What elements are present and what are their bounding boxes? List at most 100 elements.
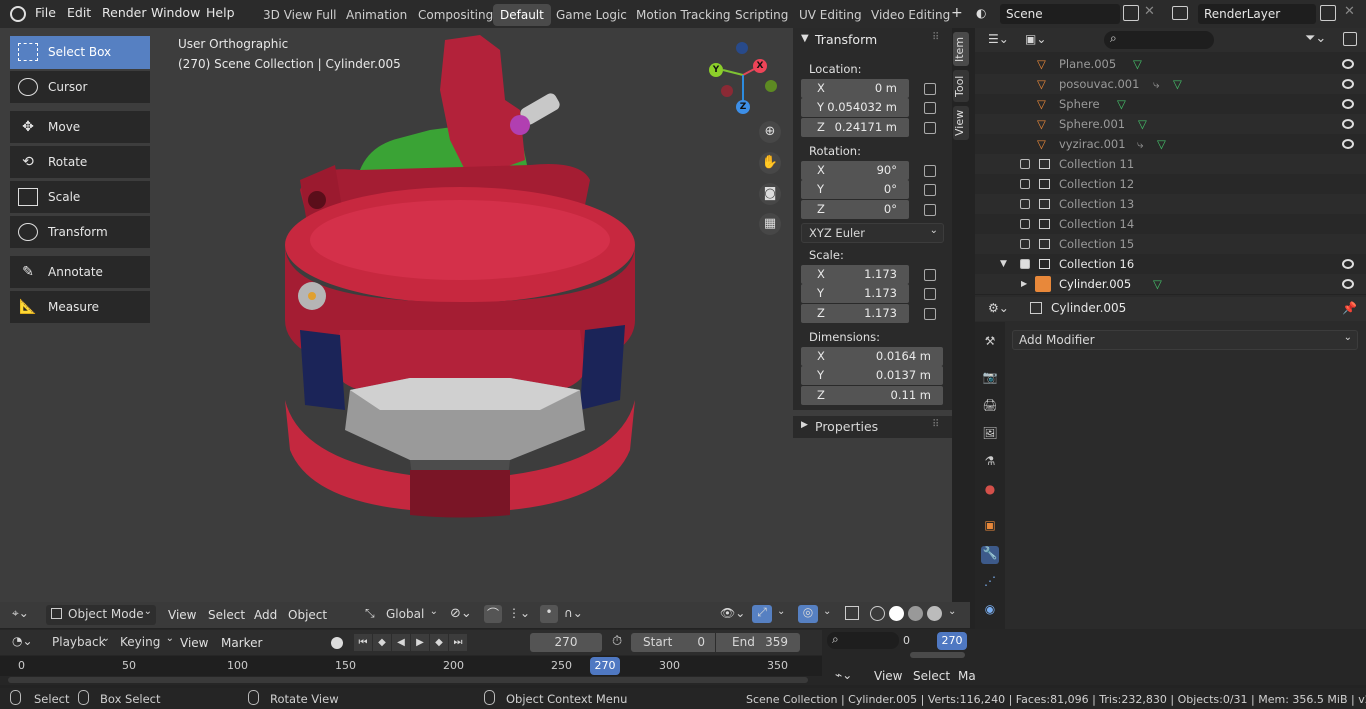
timeline-menu-marker[interactable]: Marker: [221, 636, 262, 650]
particles-icon[interactable]: ⋰: [981, 574, 999, 592]
next-keyframe-icon[interactable]: ◆: [430, 634, 448, 651]
display-mode-icon[interactable]: ▣⌄: [1025, 32, 1046, 46]
blender-logo-icon[interactable]: [10, 6, 26, 22]
scene-icon[interactable]: ◐: [976, 6, 994, 22]
rotation-mode-select[interactable]: XYZ Euler ⌄: [801, 223, 944, 243]
wireframe-shading-icon[interactable]: [870, 606, 885, 621]
rotation-y-field[interactable]: Y 0°: [801, 180, 909, 199]
keying-menu[interactable]: Keying ⌄: [114, 633, 174, 652]
menu-edit[interactable]: Edit: [67, 5, 91, 20]
outliner-row-collection-16[interactable]: ▼ Collection 16: [975, 254, 1366, 274]
chevron-down-icon[interactable]: ⌄: [948, 606, 956, 617]
outliner-row-plane-005[interactable]: ▽ Plane.005 ▽: [975, 54, 1366, 74]
outliner-row-vyzirac-001[interactable]: ▽ vyzirac.001 ⤷ ▽: [975, 134, 1366, 154]
editor-type-icon[interactable]: ⌖⌄: [12, 606, 29, 621]
timeline-menu-view[interactable]: View: [180, 636, 208, 650]
scene-properties-icon[interactable]: ⚗: [981, 454, 999, 472]
grid-icon[interactable]: ▦: [759, 213, 781, 235]
tool-move[interactable]: ✥ Move: [10, 111, 150, 143]
tool-settings-icon[interactable]: ⚒: [981, 334, 999, 352]
location-z-field[interactable]: Z 0.24171 m: [801, 118, 909, 137]
gizmo-x-axis[interactable]: X: [753, 59, 767, 73]
tab-motion-tracking[interactable]: Motion Tracking: [629, 4, 737, 26]
object-properties-icon[interactable]: ▣: [981, 518, 999, 536]
menu-view[interactable]: View: [168, 608, 196, 622]
outliner-row-collection-11[interactable]: Collection 11: [975, 154, 1366, 174]
drag-handle-icon[interactable]: ⠿: [932, 32, 939, 43]
lock-icon[interactable]: [924, 165, 936, 177]
tab-animation[interactable]: Animation: [339, 4, 414, 26]
falloff-icon[interactable]: ∩⌄: [564, 606, 583, 620]
lock-icon[interactable]: [924, 308, 936, 320]
tab-compositing[interactable]: Compositing: [411, 4, 500, 26]
location-x-field[interactable]: X 0 m: [801, 79, 909, 98]
transform-collapse-icon[interactable]: ▼: [801, 33, 809, 44]
tab-view[interactable]: View: [953, 106, 969, 140]
visibility-icon[interactable]: 👁⌄: [720, 606, 745, 620]
render-properties-icon[interactable]: 📷: [981, 370, 999, 388]
tab-default[interactable]: Default: [493, 4, 551, 26]
eye-icon[interactable]: [1342, 99, 1354, 109]
stopwatch-icon[interactable]: ⏱: [612, 634, 622, 649]
menu-help[interactable]: Help: [206, 5, 235, 20]
outliner-row-collection-14[interactable]: Collection 14: [975, 214, 1366, 234]
timeline-scrollbar[interactable]: [8, 677, 808, 683]
solid-shading-icon[interactable]: [889, 606, 904, 621]
playhead[interactable]: 270: [590, 657, 620, 675]
pan-hand-icon[interactable]: ✋: [759, 152, 781, 174]
overlays-icon[interactable]: ◎: [798, 605, 818, 623]
tab-game-logic[interactable]: Game Logic: [549, 4, 634, 26]
mode-select[interactable]: Object Mode ⌄: [46, 605, 156, 625]
outliner-row-posouvac-001[interactable]: ▽ posouvac.001 ⤷ ▽: [975, 74, 1366, 94]
dimension-z-field[interactable]: Z 0.11 m: [801, 386, 943, 405]
eye-icon[interactable]: [1342, 59, 1354, 69]
playback-menu[interactable]: Playback ⌄: [46, 633, 110, 652]
orientation-select[interactable]: ⤡ Global ⌄: [362, 605, 440, 625]
gizmo-z-axis[interactable]: Z: [736, 100, 750, 114]
end-frame-field[interactable]: End 359: [716, 633, 800, 652]
rotation-z-field[interactable]: Z 0°: [801, 200, 909, 219]
lock-icon[interactable]: [924, 83, 936, 95]
expand-arrow-icon[interactable]: ▼: [1000, 254, 1007, 274]
outliner-row-sphere-001[interactable]: ▽ Sphere.001 ▽: [975, 114, 1366, 134]
exclude-checkbox[interactable]: [1020, 259, 1030, 269]
gizmo-toggle-icon[interactable]: ⤢: [752, 605, 772, 623]
rotation-x-field[interactable]: X 90°: [801, 161, 909, 180]
exclude-checkbox[interactable]: [1020, 239, 1030, 249]
close-render-layer-icon[interactable]: ✕: [1344, 4, 1355, 19]
tool-rotate[interactable]: ⟲ Rotate: [10, 146, 150, 178]
lock-icon[interactable]: [924, 269, 936, 281]
copy-scene-icon[interactable]: [1123, 5, 1139, 21]
copy-render-layer-icon[interactable]: [1320, 5, 1336, 21]
exclude-checkbox[interactable]: [1020, 179, 1030, 189]
menu-window[interactable]: Window: [151, 5, 200, 20]
jump-end-icon[interactable]: ⏭: [449, 634, 467, 651]
transform-header[interactable]: Transform: [815, 32, 877, 47]
graph-menu-view[interactable]: View: [874, 669, 902, 683]
filter-icon[interactable]: ⏷⌄: [1305, 31, 1326, 46]
xray-icon[interactable]: [845, 606, 859, 620]
graph-menu-marker[interactable]: Ma: [958, 669, 976, 683]
expand-arrow-icon[interactable]: ▶: [1021, 274, 1027, 294]
tool-measure[interactable]: 📐 Measure: [10, 291, 150, 323]
tab-item[interactable]: Item: [953, 32, 969, 66]
properties-editor-icon[interactable]: ⚙⌄: [988, 301, 1009, 315]
zoom-icon[interactable]: ⊕: [759, 121, 781, 143]
lock-icon[interactable]: [924, 122, 936, 134]
chevron-down-icon[interactable]: ⌄: [823, 606, 831, 617]
secondary-scrollbar[interactable]: [910, 652, 965, 658]
menu-object[interactable]: Object: [288, 608, 327, 622]
lock-icon[interactable]: [924, 102, 936, 114]
tab-3d-view-full[interactable]: 3D View Full: [256, 4, 344, 26]
timeline-editor-icon[interactable]: ◔⌄: [12, 634, 33, 648]
start-frame-field[interactable]: Start 0: [631, 633, 715, 652]
proportional-edit-icon[interactable]: •: [540, 605, 558, 623]
prev-keyframe-icon[interactable]: ◆: [373, 634, 391, 651]
outliner-row-collection-13[interactable]: Collection 13: [975, 194, 1366, 214]
chevron-down-icon[interactable]: ⌄: [777, 606, 785, 617]
properties-panel-header[interactable]: ▶ Properties ⠿: [793, 416, 952, 438]
eye-icon[interactable]: [1342, 119, 1354, 129]
outliner-row-cylinder-005[interactable]: ▶ Cylinder.005 ▽: [975, 274, 1366, 294]
eye-icon[interactable]: [1342, 279, 1354, 289]
play-reverse-icon[interactable]: ◀: [392, 634, 410, 651]
